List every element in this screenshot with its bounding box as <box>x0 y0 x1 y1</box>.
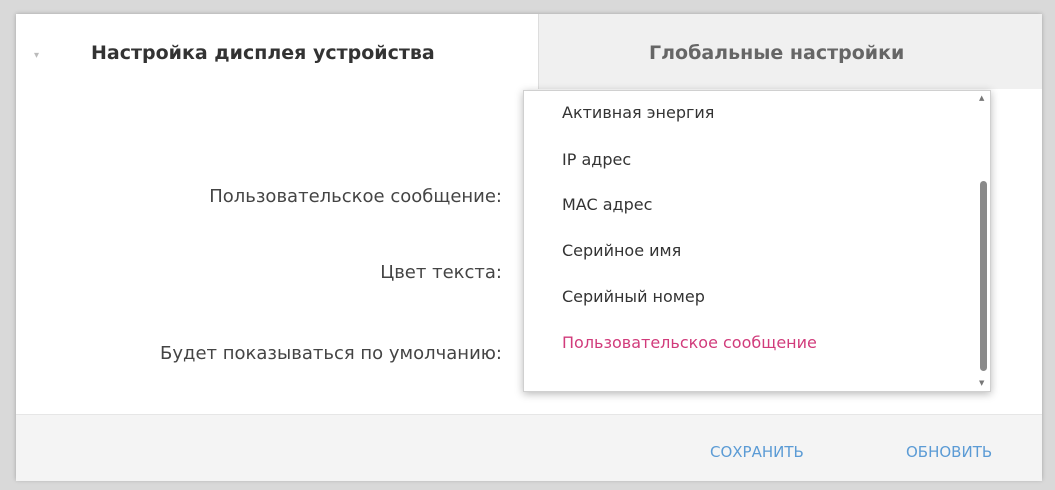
dialog-footer: СОХРАНИТЬ ОБНОВИТЬ <box>16 414 1042 481</box>
arrow-down-icon[interactable]: ▼ <box>979 379 984 387</box>
display-option-dropdown[interactable]: Активная энергия IP адрес MAC адрес Сери… <box>523 90 991 392</box>
tab-bar: ▾ Настройка дисплея устройства Глобальны… <box>16 14 1042 89</box>
tab-label: Настройка дисплея устройства <box>91 42 435 64</box>
dropdown-option-selected[interactable]: Пользовательское сообщение <box>562 333 817 352</box>
dropdown-option[interactable]: Серийное имя <box>562 241 681 260</box>
tab-global-settings[interactable]: Глобальные настройки <box>538 14 1042 89</box>
dropdown-option[interactable]: IP адрес <box>562 150 631 169</box>
settings-dialog: ▾ Настройка дисплея устройства Глобальны… <box>16 14 1042 481</box>
dropdown-option[interactable]: MAC адрес <box>562 195 652 214</box>
default-display-label: Будет показываться по умолчанию: <box>160 343 502 364</box>
custom-message-label: Пользовательское сообщение: <box>209 186 502 207</box>
arrow-up-icon[interactable]: ▲ <box>979 94 984 102</box>
dropdown-option[interactable]: Активная энергия <box>562 103 714 122</box>
tab-device-display-settings[interactable]: ▾ Настройка дисплея устройства <box>16 14 538 89</box>
dropdown-scrollbar[interactable]: ▲ ▼ <box>976 91 990 391</box>
chevron-icon: ▾ <box>34 50 40 61</box>
refresh-button[interactable]: ОБНОВИТЬ <box>906 443 992 461</box>
tab-label: Глобальные настройки <box>649 42 905 64</box>
dropdown-option[interactable]: Серийный номер <box>562 287 705 306</box>
text-color-label: Цвет текста: <box>380 262 502 283</box>
save-button[interactable]: СОХРАНИТЬ <box>710 443 804 461</box>
scrollbar-thumb[interactable] <box>980 181 987 371</box>
